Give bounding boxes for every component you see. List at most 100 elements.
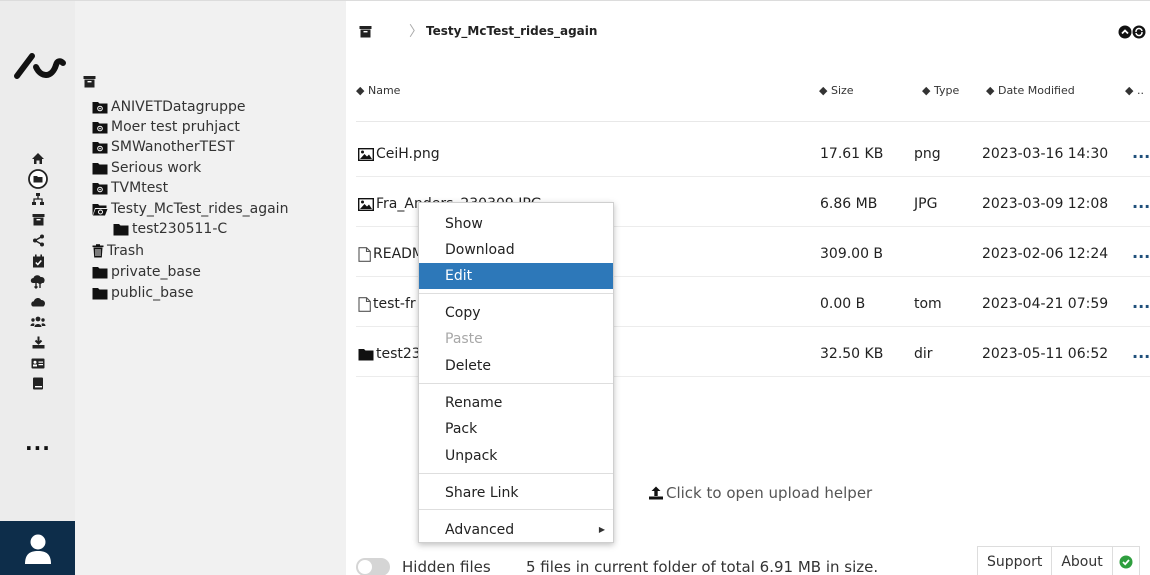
upload-helper-label: Click to open upload helper bbox=[666, 484, 873, 502]
file-name-cell[interactable]: test-fr bbox=[358, 296, 416, 312]
breadcrumb-archive-icon[interactable] bbox=[359, 23, 372, 42]
collapse-up-icon[interactable] bbox=[1118, 25, 1132, 39]
tree-item[interactable]: public_base bbox=[92, 283, 194, 303]
more-menu-icon[interactable]: ... bbox=[25, 433, 51, 453]
tree-item-label: test230511-C bbox=[132, 221, 228, 237]
row-actions-button[interactable]: ... bbox=[1132, 343, 1150, 362]
trash-icon bbox=[92, 244, 104, 258]
breadcrumb-current[interactable]: Testy_McTest_rides_again bbox=[426, 24, 597, 38]
tree-item[interactable]: TVMtest bbox=[92, 178, 168, 198]
folder-status-text: 5 files in current folder of total 6.91 … bbox=[526, 558, 879, 575]
context-menu-item-label: Unpack bbox=[445, 448, 498, 464]
users-icon[interactable] bbox=[26, 312, 50, 333]
tree-item[interactable]: ANIVETDatagruppe bbox=[92, 97, 245, 117]
context-menu: Show Download Edit Copy Paste Delete Rename Pac… bbox=[418, 202, 614, 543]
tree-item-label: Testy_McTest_rides_again bbox=[111, 201, 289, 217]
column-header-more[interactable]: ◆ .. bbox=[1125, 84, 1144, 97]
refresh-icon[interactable] bbox=[1132, 25, 1146, 39]
tree-item[interactable]: Testy_McTest_rides_again bbox=[92, 199, 288, 219]
tree-item[interactable]: Serious work bbox=[92, 158, 201, 178]
context-menu-item-show[interactable]: Show bbox=[419, 211, 613, 237]
column-header-size[interactable]: ◆ Size bbox=[819, 84, 854, 97]
file-row[interactable]: CeiH.png 17.61 KB png 2023-03-16 14:30... bbox=[356, 127, 1150, 177]
tree-item-label: Moer test pruhjact bbox=[111, 119, 240, 135]
column-header-date[interactable]: ◆ Date Modified bbox=[986, 84, 1075, 97]
tree-item[interactable]: Moer test pruhjact bbox=[92, 117, 240, 137]
cloud-icon[interactable] bbox=[26, 292, 50, 313]
support-button[interactable]: Support bbox=[978, 547, 1053, 575]
navigation-rail: ... bbox=[0, 1, 75, 575]
status-ok-icon[interactable] bbox=[1113, 547, 1139, 575]
file-name-cell[interactable]: CeiH.png bbox=[358, 146, 440, 162]
file-size: 309.00 B bbox=[820, 246, 884, 262]
shared-folder-icon bbox=[92, 121, 108, 134]
column-header-size-label: Size bbox=[830, 84, 854, 97]
context-menu-item-unpack[interactable]: Unpack bbox=[419, 443, 613, 469]
file-icon bbox=[358, 296, 371, 312]
context-menu-separator bbox=[419, 509, 613, 510]
tree-item[interactable]: SMWanotherTEST bbox=[92, 137, 235, 157]
row-actions-button[interactable]: ... bbox=[1132, 193, 1150, 212]
file-name: READM bbox=[373, 246, 425, 262]
column-header-name-label: Name bbox=[367, 84, 401, 97]
rail-icon-list bbox=[26, 148, 50, 394]
about-button[interactable]: About bbox=[1052, 547, 1113, 575]
file-date: 2023-03-16 14:30 bbox=[982, 146, 1109, 162]
tree-item[interactable]: test230511-C bbox=[113, 219, 227, 239]
file-size: 32.50 KB bbox=[820, 346, 884, 362]
id-card-icon[interactable] bbox=[26, 353, 50, 374]
image-icon bbox=[358, 197, 374, 211]
tree-item[interactable]: Trash bbox=[92, 241, 144, 261]
context-menu-item-label: Paste bbox=[445, 331, 483, 347]
context-menu-item-pack[interactable]: Pack bbox=[419, 416, 613, 442]
context-menu-item-copy[interactable]: Copy bbox=[419, 300, 613, 326]
tree-item[interactable]: private_base bbox=[92, 262, 201, 282]
toggle-knob bbox=[358, 560, 372, 574]
folder-icon bbox=[358, 348, 374, 361]
user-avatar-button[interactable] bbox=[0, 521, 75, 575]
hidden-files-toggle[interactable] bbox=[356, 558, 390, 575]
archive-icon[interactable] bbox=[26, 210, 50, 231]
tree-item-label: private_base bbox=[111, 264, 201, 280]
book-icon[interactable] bbox=[26, 374, 50, 395]
folder-tree-panel: ANIVETDatagruppe Moer test pruhjact SMWano… bbox=[75, 1, 346, 575]
context-menu-separator bbox=[419, 293, 613, 294]
context-menu-item-download[interactable]: Download bbox=[419, 237, 613, 263]
context-menu-item-edit[interactable]: Edit bbox=[419, 263, 613, 289]
header-divider bbox=[356, 121, 1150, 122]
context-menu-item-paste: Paste bbox=[419, 326, 613, 352]
context-menu-item-share-link[interactable]: Share Link bbox=[419, 480, 613, 506]
download-icon[interactable] bbox=[26, 333, 50, 354]
file-size: 6.86 MB bbox=[820, 196, 878, 212]
column-header-name[interactable]: ◆ Name bbox=[356, 84, 400, 97]
file-date: 2023-05-11 06:52 bbox=[982, 346, 1109, 362]
home-icon[interactable] bbox=[26, 148, 50, 169]
breadcrumb-separator: 〉 bbox=[409, 24, 423, 40]
context-menu-item-rename[interactable]: Rename bbox=[419, 390, 613, 416]
row-actions-button[interactable]: ... bbox=[1132, 143, 1150, 162]
sitemap-icon[interactable] bbox=[26, 189, 50, 210]
app-logo[interactable] bbox=[14, 45, 70, 81]
files-icon[interactable] bbox=[26, 168, 50, 190]
archive-root-icon[interactable] bbox=[83, 73, 96, 92]
context-menu-item-advanced[interactable]: Advanced ▶ bbox=[419, 517, 613, 543]
upload-helper-link[interactable]: Click to open upload helper bbox=[648, 484, 872, 502]
file-type: JPG bbox=[914, 196, 938, 212]
shared-folder-icon bbox=[92, 141, 108, 154]
context-menu-item-label: Delete bbox=[445, 358, 491, 374]
file-name-cell[interactable]: READM bbox=[358, 246, 424, 262]
cloud-transfer-icon[interactable] bbox=[26, 271, 50, 292]
column-header-type-label: Type bbox=[933, 84, 960, 97]
file-size: 0.00 B bbox=[820, 296, 866, 312]
context-menu-item-label: Edit bbox=[445, 268, 473, 284]
calendar-check-icon[interactable] bbox=[26, 251, 50, 272]
view-toggle-icons bbox=[1118, 25, 1146, 39]
file-type: dir bbox=[914, 346, 933, 362]
context-menu-item-delete[interactable]: Delete bbox=[419, 353, 613, 379]
column-header-more-label: .. bbox=[1136, 84, 1144, 97]
share-icon[interactable] bbox=[26, 230, 50, 251]
row-actions-button[interactable]: ... bbox=[1132, 243, 1150, 262]
column-header-type[interactable]: ◆ Type bbox=[922, 84, 959, 97]
file-name-cell[interactable]: test23 bbox=[358, 346, 421, 362]
row-actions-button[interactable]: ... bbox=[1132, 293, 1150, 312]
